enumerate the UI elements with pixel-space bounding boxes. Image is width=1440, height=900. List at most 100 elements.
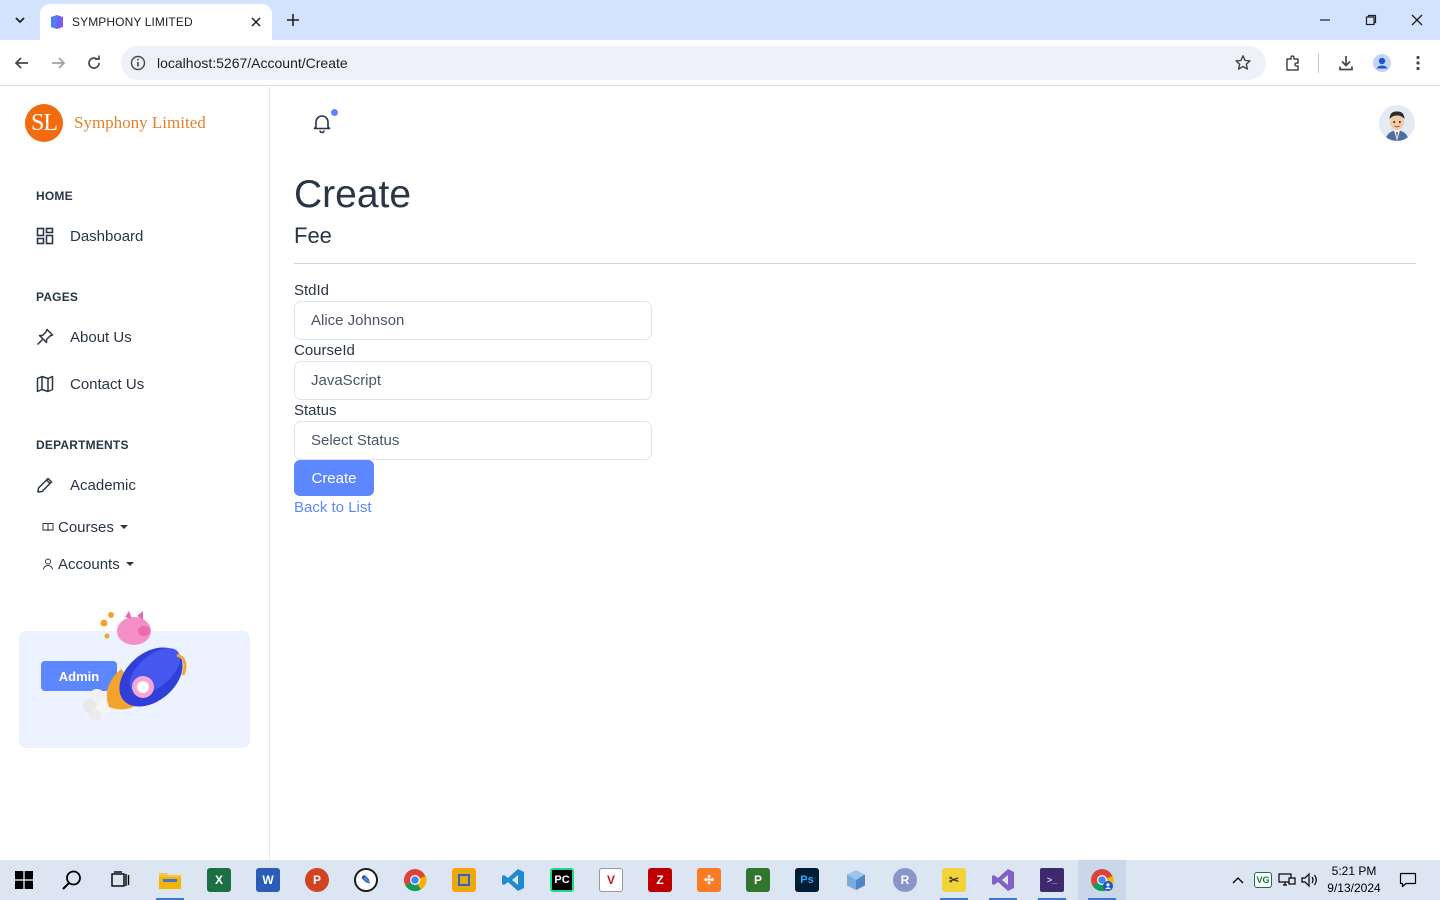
forward-button[interactable] — [46, 51, 70, 75]
browser-toolbar: localhost:5267/Account/Create — [0, 40, 1440, 86]
excel-app[interactable]: X — [195, 860, 243, 900]
tab-title: SYMPHONY LIMITED — [72, 15, 193, 29]
plus-icon — [287, 14, 299, 26]
main-content: Create Fee StdId Alice Johnson CourseId … — [270, 87, 1440, 860]
brand-logo: SL — [25, 104, 63, 142]
pycharm-app[interactable]: PC — [538, 860, 586, 900]
terminal-app[interactable]: >_ — [1028, 860, 1076, 900]
xampp-app[interactable]: ✣ — [685, 860, 733, 900]
chrome-profile-app[interactable] — [1078, 860, 1126, 900]
xampp-icon: ✣ — [697, 868, 721, 892]
word-app[interactable]: W — [244, 860, 292, 900]
r-app[interactable]: R — [881, 860, 929, 900]
book-icon — [42, 521, 54, 533]
extensions-button[interactable] — [1283, 53, 1303, 73]
courses-dropdown[interactable]: Courses — [42, 516, 128, 538]
bookmark-star-icon[interactable] — [1234, 54, 1252, 72]
search-button[interactable] — [48, 860, 96, 900]
restore-button[interactable] — [1360, 9, 1382, 31]
url-text[interactable]: localhost:5267/Account/Create — [157, 55, 348, 71]
downloads-button[interactable] — [1336, 53, 1356, 73]
sidebar-item-academic[interactable]: Academic — [34, 470, 136, 500]
r-icon: R — [893, 868, 917, 892]
notifications-button[interactable] — [310, 111, 334, 135]
chrome-icon — [1091, 869, 1114, 892]
vector-app[interactable]: V — [587, 860, 635, 900]
volume-button[interactable] — [1300, 870, 1320, 890]
caret-down-icon — [125, 562, 134, 566]
accounts-dropdown[interactable]: Accounts — [42, 553, 134, 575]
project-icon: P — [746, 868, 770, 892]
filezilla-app[interactable]: Z — [636, 860, 684, 900]
powerpoint-app[interactable]: P — [293, 860, 341, 900]
nav-caption-departments: DEPARTMENTS — [36, 438, 129, 452]
reload-icon — [88, 55, 100, 69]
taskbar-clock[interactable]: 5:21 PM 9/13/2024 — [1322, 863, 1386, 897]
caret-down-icon — [119, 525, 128, 529]
chrome-icon — [404, 869, 427, 892]
notification-center-icon — [1399, 872, 1417, 888]
close-window-button[interactable] — [1406, 9, 1428, 31]
reload-button[interactable] — [82, 51, 106, 75]
accounts-dropdown-label: Accounts — [58, 555, 120, 573]
browser-tab[interactable]: SYMPHONY LIMITED — [40, 4, 272, 40]
courses-dropdown-label: Courses — [58, 518, 114, 536]
arrow-right-icon — [52, 57, 66, 69]
stdid-select[interactable]: Alice Johnson — [294, 301, 652, 340]
photoshop-app[interactable]: Ps — [783, 860, 831, 900]
vscode-app[interactable] — [489, 860, 537, 900]
close-tab-button[interactable] — [248, 14, 264, 30]
task-view-icon — [111, 871, 130, 887]
back-button[interactable] — [10, 51, 34, 75]
site-info-icon[interactable] — [129, 54, 147, 72]
task-view-button[interactable] — [96, 860, 144, 900]
browser-tab-bar: SYMPHONY LIMITED — [0, 0, 1440, 40]
status-select[interactable]: Select Status — [294, 421, 652, 460]
show-hidden-icons-button[interactable] — [1228, 870, 1248, 890]
action-center-button[interactable] — [1398, 870, 1418, 890]
vector-app-icon: V — [599, 868, 623, 892]
sidebar-item-about-us[interactable]: About Us — [34, 322, 132, 352]
rocket-piggy-illustration — [83, 611, 187, 721]
tray-app-vg[interactable]: VG — [1253, 870, 1273, 890]
start-button[interactable] — [0, 860, 48, 900]
powerpoint-icon: P — [305, 868, 329, 892]
terminal-icon: >_ — [1040, 868, 1064, 892]
remote-app[interactable] — [440, 860, 488, 900]
search-icon — [62, 870, 81, 890]
tab-search-button[interactable] — [8, 8, 32, 32]
address-bar[interactable]: localhost:5267/Account/Create — [121, 46, 1266, 80]
download-icon — [1339, 56, 1353, 71]
page-title: Create — [294, 173, 412, 216]
sticky-tools-app[interactable]: ✂ — [930, 860, 978, 900]
filezilla-icon: Z — [648, 868, 672, 892]
back-to-list-link[interactable]: Back to List — [294, 499, 372, 516]
pen-app[interactable]: ✎ — [342, 860, 390, 900]
network-button[interactable] — [1277, 870, 1297, 890]
site-favicon-icon — [51, 15, 63, 29]
new-tab-button[interactable] — [282, 9, 304, 31]
minimize-button[interactable] — [1314, 9, 1336, 31]
arrow-left-icon — [14, 57, 28, 69]
sidebar-item-contact-us[interactable]: Contact Us — [34, 369, 144, 399]
pin-icon — [34, 326, 56, 348]
courseid-select[interactable]: JavaScript — [294, 361, 652, 400]
toolbar-separator — [1318, 53, 1319, 73]
minimize-icon — [1320, 19, 1330, 21]
file-explorer-app[interactable] — [146, 860, 194, 900]
clock-time: 5:21 PM — [1331, 864, 1377, 878]
cube-icon — [847, 870, 865, 890]
browser-menu-button[interactable] — [1408, 53, 1428, 73]
network-icon — [1278, 873, 1296, 886]
profile-button[interactable] — [1372, 53, 1392, 73]
tools-icon: ✂ — [942, 868, 966, 892]
virtualbox-app[interactable] — [832, 860, 880, 900]
user-avatar[interactable] — [1379, 105, 1415, 141]
visual-studio-app[interactable] — [979, 860, 1027, 900]
stdid-label: StdId — [294, 282, 330, 299]
create-button[interactable]: Create — [294, 460, 374, 496]
sidebar-item-dashboard[interactable]: Dashboard — [34, 221, 143, 251]
brand[interactable]: SL Symphony Limited — [25, 103, 206, 143]
project-app[interactable]: P — [734, 860, 782, 900]
chrome-app[interactable] — [391, 860, 439, 900]
